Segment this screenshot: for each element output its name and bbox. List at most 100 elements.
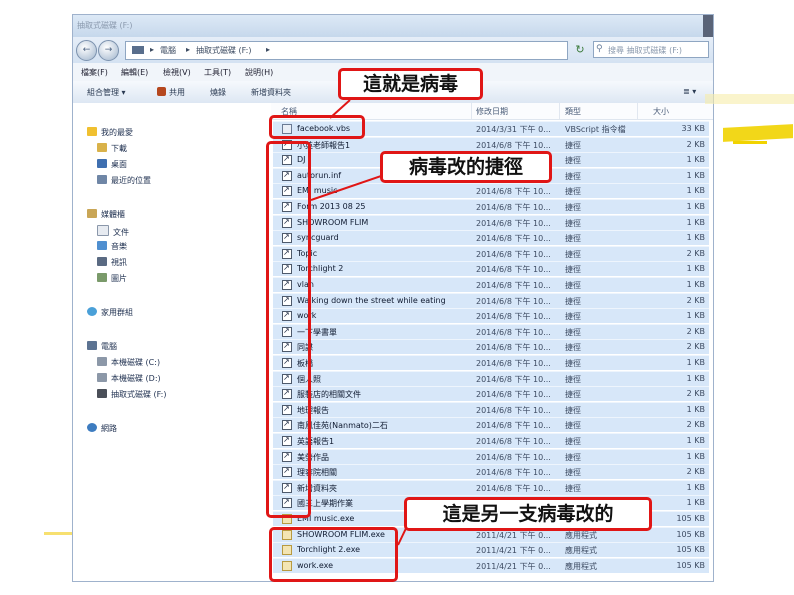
highlighter-mark	[723, 124, 793, 142]
menu-tools[interactable]: 工具(T)	[204, 67, 231, 78]
usb-drive-icon	[97, 389, 107, 398]
file-row[interactable]: 同謀 2014/6/8 下午 10... 捷徑 2 KB	[273, 339, 709, 355]
file-row[interactable]: EMI music 2014/6/8 下午 10... 捷徑 1 KB	[273, 183, 709, 199]
menu-view[interactable]: 檢視(V)	[163, 67, 191, 78]
file-row[interactable]: 服裝店的相關文件 2014/6/8 下午 10... 捷徑 2 KB	[273, 386, 709, 402]
file-date: 2014/6/8 下午 10...	[476, 187, 551, 197]
file-row[interactable]: SHOWROOM FLIM 2014/6/8 下午 10... 捷徑 1 KB	[273, 214, 709, 230]
nav-music[interactable]: 音樂	[97, 241, 127, 253]
file-size: 1 KB	[686, 233, 705, 243]
new-folder-button[interactable]: 新增資料夾	[251, 87, 291, 98]
desktop-icon	[97, 159, 107, 168]
file-size: 1 KB	[686, 170, 705, 180]
file-size: 1 KB	[686, 264, 705, 274]
file-row[interactable]: 一下學書單 2014/6/8 下午 10... 捷徑 2 KB	[273, 323, 709, 339]
file-row[interactable]: 地理報告 2014/6/8 下午 10... 捷徑 1 KB	[273, 401, 709, 417]
nav-computer[interactable]: 電腦	[87, 341, 117, 353]
nav-drive-f[interactable]: 抽取式磁碟 (F:)	[97, 389, 166, 401]
file-type: 捷徑	[565, 421, 581, 431]
file-date: 2014/6/8 下午 10...	[476, 265, 551, 275]
callout-virus: 這就是病毒	[338, 68, 483, 100]
file-type: 應用程式	[565, 546, 597, 556]
file-name: 小英老師報告1	[297, 140, 351, 150]
file-size: 1 KB	[686, 404, 705, 414]
breadcrumb-drive[interactable]: 抽取式磁碟 (F:)	[196, 45, 251, 56]
file-row[interactable]: 英語報告1 2014/6/8 下午 10... 捷徑 1 KB	[273, 433, 709, 448]
file-date: 2014/6/8 下午 10...	[476, 327, 551, 337]
refresh-button[interactable]: ↻	[571, 41, 589, 58]
nav-videos[interactable]: 視訊	[97, 257, 127, 269]
file-size: 2 KB	[686, 420, 705, 430]
organize-button[interactable]: 組合管理 ▾	[87, 87, 126, 98]
file-date: 2011/4/21 下午 0...	[476, 530, 551, 540]
file-size: 2 KB	[686, 342, 705, 352]
file-type: 捷徑	[565, 218, 581, 228]
nav-favorites[interactable]: 我的最愛	[87, 127, 133, 139]
file-row[interactable]: vlan 2014/6/8 下午 10... 捷徑 1 KB	[273, 277, 709, 292]
nav-recent[interactable]: 最近的位置	[97, 175, 151, 187]
column-divider[interactable]	[559, 103, 560, 119]
file-type: 捷徑	[565, 452, 581, 462]
nav-pictures[interactable]: 圖片	[97, 273, 127, 285]
address-bar[interactable]: ▸ 電腦 ▸ 抽取式磁碟 (F:) ▸	[125, 41, 568, 60]
nav-homegroup[interactable]: 家用群組	[87, 307, 133, 319]
file-row[interactable]: 個人照 2014/6/8 下午 10... 捷徑 1 KB	[273, 370, 709, 386]
nav-downloads[interactable]: 下載	[97, 143, 127, 155]
address-row: ← → ▸ 電腦 ▸ 抽取式磁碟 (F:) ▸ ↻ 搜尋 抽取式磁碟 (F:) …	[73, 37, 713, 63]
nav-documents[interactable]: 文件	[97, 225, 129, 237]
file-date: 2014/6/8 下午 10...	[476, 140, 551, 150]
breadcrumb-computer[interactable]: 電腦	[160, 45, 176, 56]
file-row[interactable]: Torchlight 2 2014/6/8 下午 10... 捷徑 1 KB	[273, 261, 709, 277]
breadcrumb-sep-3[interactable]: ▸	[266, 45, 270, 54]
menu-file[interactable]: 檔案(F)	[81, 67, 108, 78]
file-type: 捷徑	[565, 468, 581, 478]
nav-drive-d[interactable]: 本機磁碟 (D:)	[97, 373, 161, 385]
file-row[interactable]: Topic 2014/6/8 下午 10... 捷徑 2 KB	[273, 245, 709, 261]
file-size: 2 KB	[686, 139, 705, 149]
highlighter-mark	[705, 94, 794, 104]
close-button[interactable]	[703, 15, 713, 37]
file-size: 1 KB	[686, 311, 705, 321]
file-date: 2014/6/8 下午 10...	[476, 218, 551, 228]
file-size: 105 KB	[676, 545, 705, 555]
column-date[interactable]: 修改日期	[476, 106, 508, 117]
nav-desktop[interactable]: 桌面	[97, 159, 127, 171]
nav-network[interactable]: 網路	[87, 423, 117, 435]
file-row[interactable]: 板橋 2014/6/8 下午 10... 捷徑 1 KB	[273, 355, 709, 370]
file-row[interactable]: Form 2013 08 25 2014/6/8 下午 10... 捷徑 1 KB	[273, 199, 709, 214]
column-size[interactable]: 大小	[653, 106, 669, 117]
file-date: 2014/6/8 下午 10...	[476, 281, 551, 290]
file-date: 2011/4/21 下午 0...	[476, 561, 551, 571]
breadcrumb-sep-2: ▸	[186, 45, 191, 54]
file-name: 新增資料夾	[297, 483, 337, 493]
file-row[interactable]: 新增資料夾 2014/6/8 下午 10... 捷徑 1 KB	[273, 479, 709, 495]
homegroup-icon	[87, 307, 97, 316]
forward-button[interactable]: →	[98, 40, 119, 61]
music-icon	[97, 241, 107, 250]
column-divider[interactable]	[637, 103, 638, 119]
file-name: Topic	[297, 248, 318, 258]
view-options-button[interactable]: ≣ ▾	[683, 87, 696, 96]
file-row[interactable]: work 2014/6/8 下午 10... 捷徑 1 KB	[273, 308, 709, 324]
window-title: 抽取式磁碟 (F:)	[77, 21, 133, 30]
menu-edit[interactable]: 編輯(E)	[121, 67, 148, 78]
highlighter-mark	[733, 141, 767, 144]
nav-drive-c[interactable]: 本機磁碟 (C:)	[97, 357, 160, 369]
file-size: 2 KB	[686, 389, 705, 399]
column-type[interactable]: 類型	[565, 106, 581, 117]
file-type: 捷徑	[565, 359, 581, 368]
menu-help[interactable]: 說明(H)	[245, 67, 273, 78]
file-date: 2014/6/8 下午 10...	[476, 359, 551, 368]
back-button[interactable]: ←	[76, 40, 97, 61]
burn-button[interactable]: 燒錄	[210, 87, 226, 98]
file-row[interactable]: syncguard 2014/6/8 下午 10... 捷徑 1 KB	[273, 230, 709, 246]
nav-libraries[interactable]: 媒體櫃	[87, 209, 125, 221]
file-row[interactable]: Walking down the street while eating 2014…	[273, 292, 709, 308]
search-input[interactable]: 搜尋 抽取式磁碟 (F:)	[593, 41, 709, 58]
column-divider[interactable]	[471, 103, 472, 119]
file-row[interactable]: 理容院相關 2014/6/8 下午 10... 捷徑 2 KB	[273, 464, 709, 480]
file-row[interactable]: 美勞作品 2014/6/8 下午 10... 捷徑 1 KB	[273, 448, 709, 464]
share-button[interactable]: 共用	[169, 87, 185, 98]
file-type: 捷徑	[565, 405, 581, 415]
file-row[interactable]: 南風佳苑(Nanmato)二石 2014/6/8 下午 10... 捷徑 2 KB	[273, 417, 709, 433]
